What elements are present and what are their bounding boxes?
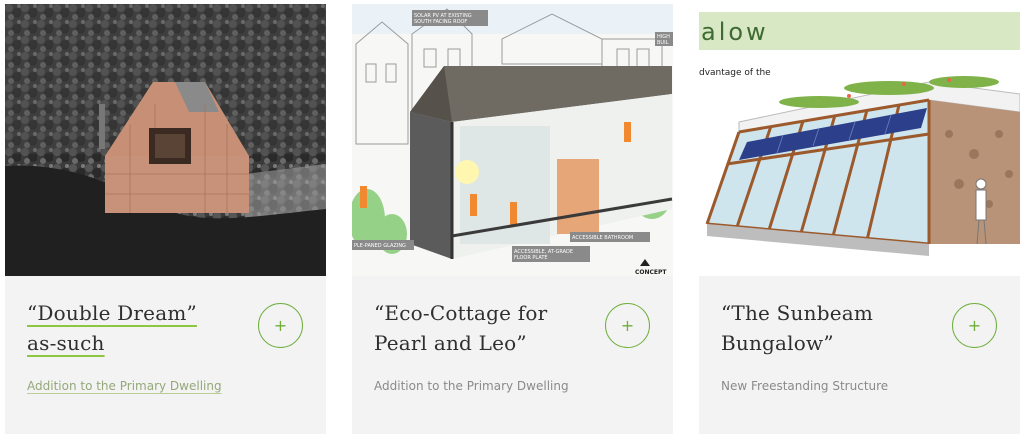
expand-button[interactable]: + (605, 303, 650, 348)
title-line-2[interactable]: as-such (27, 331, 105, 355)
caption-text: dvantage of the (699, 68, 771, 78)
plus-icon: + (967, 315, 982, 335)
project-title[interactable]: “The Sunbeam Bungalow” (721, 298, 931, 358)
label-concept: CONCEPT (635, 269, 667, 276)
svg-text:BUIL: BUIL (657, 40, 669, 46)
expand-button[interactable]: + (952, 303, 997, 348)
plus-icon: + (273, 315, 288, 335)
label-glazing: PLE-PANED GLAZING (354, 243, 406, 249)
project-image-sunbeam-bungalow[interactable]: alow dvantage of the (699, 4, 1020, 276)
project-category-link[interactable]: Addition to the Primary Dwelling (27, 379, 222, 393)
plus-icon: + (620, 315, 635, 335)
title-line-1[interactable]: “Double Dream” (27, 301, 197, 325)
banner-text: alow (701, 18, 769, 46)
project-card-eco-cottage[interactable]: SOLAR PV AT EXISTING SOUTH FACING ROOF H… (352, 4, 673, 434)
project-card-double-dream[interactable]: “Double Dream” as-such + Addition to the… (5, 4, 326, 434)
expand-button[interactable]: + (258, 303, 303, 348)
project-category: New Freestanding Structure (721, 379, 889, 393)
project-title-link[interactable]: “Double Dream” as-such (27, 298, 237, 358)
label-bathroom: ACCESSIBLE BATHROOM (572, 235, 633, 241)
svg-text:SOUTH FACING ROOF: SOUTH FACING ROOF (414, 19, 467, 25)
project-category: Addition to the Primary Dwelling (374, 379, 569, 393)
svg-text:FLOOR PLATE: FLOOR PLATE (514, 255, 548, 261)
project-card-sunbeam-bungalow[interactable]: alow dvantage of the “The Sunbeam Bungal… (699, 4, 1020, 434)
project-image-eco-cottage[interactable]: SOLAR PV AT EXISTING SOUTH FACING ROOF H… (352, 4, 673, 276)
project-title[interactable]: “Eco-Cottage for Pearl and Leo” (374, 298, 584, 358)
project-image-double-dream[interactable] (5, 4, 326, 276)
